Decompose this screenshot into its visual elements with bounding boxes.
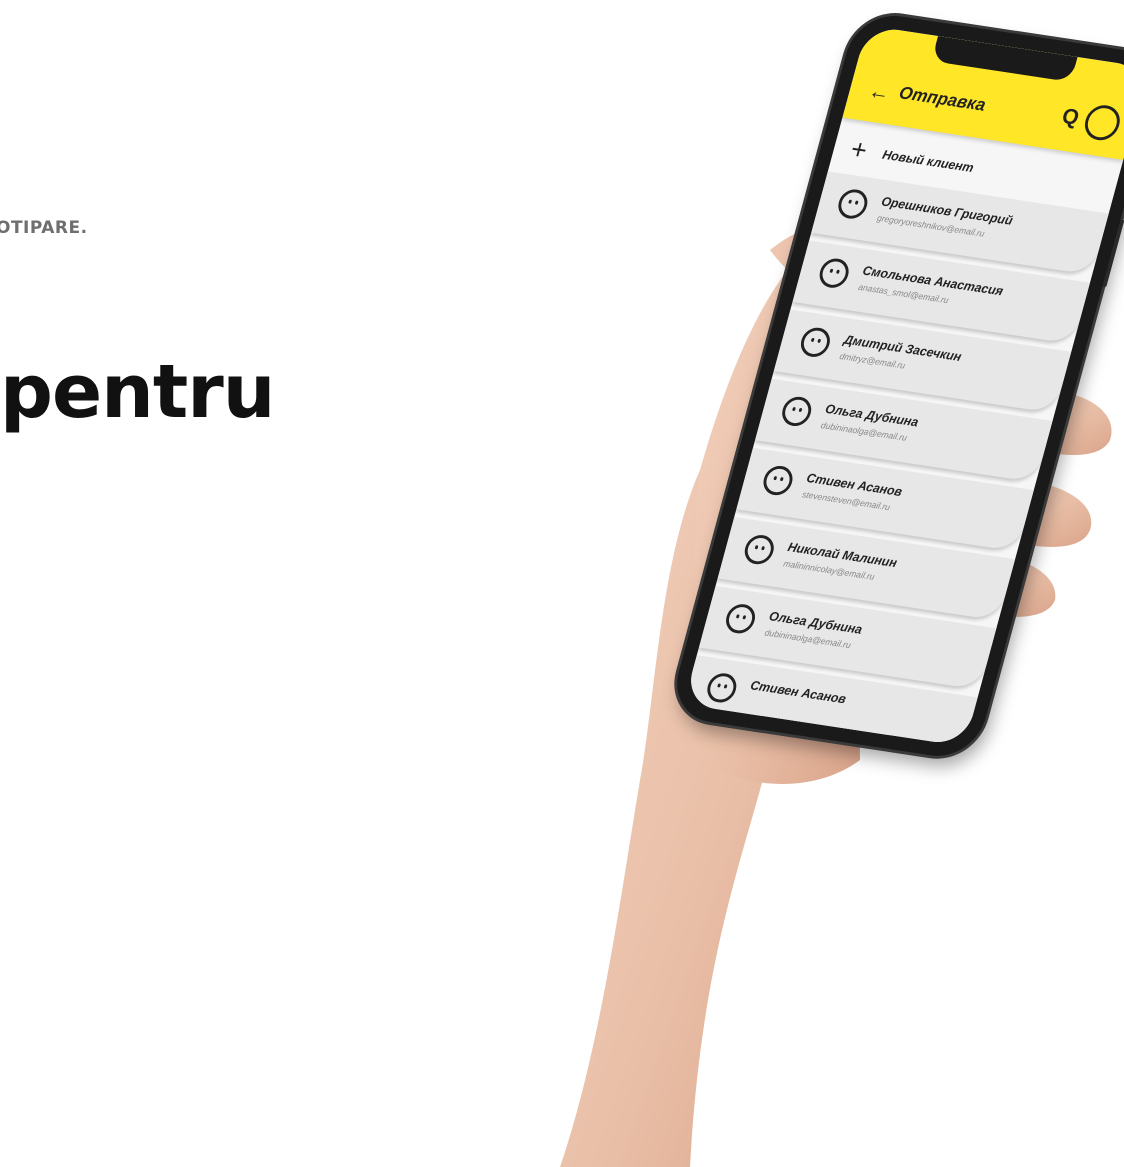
avatar-icon — [760, 464, 796, 498]
avatar-icon — [722, 602, 759, 636]
avatar-icon — [741, 533, 778, 567]
search-icon[interactable]: Q — [1059, 103, 1081, 130]
smiley-face-icon[interactable] — [1080, 102, 1124, 143]
new-client-label: Новый клиент — [881, 146, 976, 175]
plus-icon: + — [847, 133, 871, 166]
arrow-left-icon[interactable]: ← — [866, 78, 893, 106]
avatar-icon — [835, 187, 871, 221]
avatar-icon — [816, 256, 852, 290]
app-title: Отправка — [897, 82, 988, 115]
contact-name: Стивен Асанов — [748, 677, 848, 707]
avatar-icon — [778, 394, 815, 428]
avatar-icon — [797, 325, 834, 359]
avatar-icon — [703, 671, 740, 705]
